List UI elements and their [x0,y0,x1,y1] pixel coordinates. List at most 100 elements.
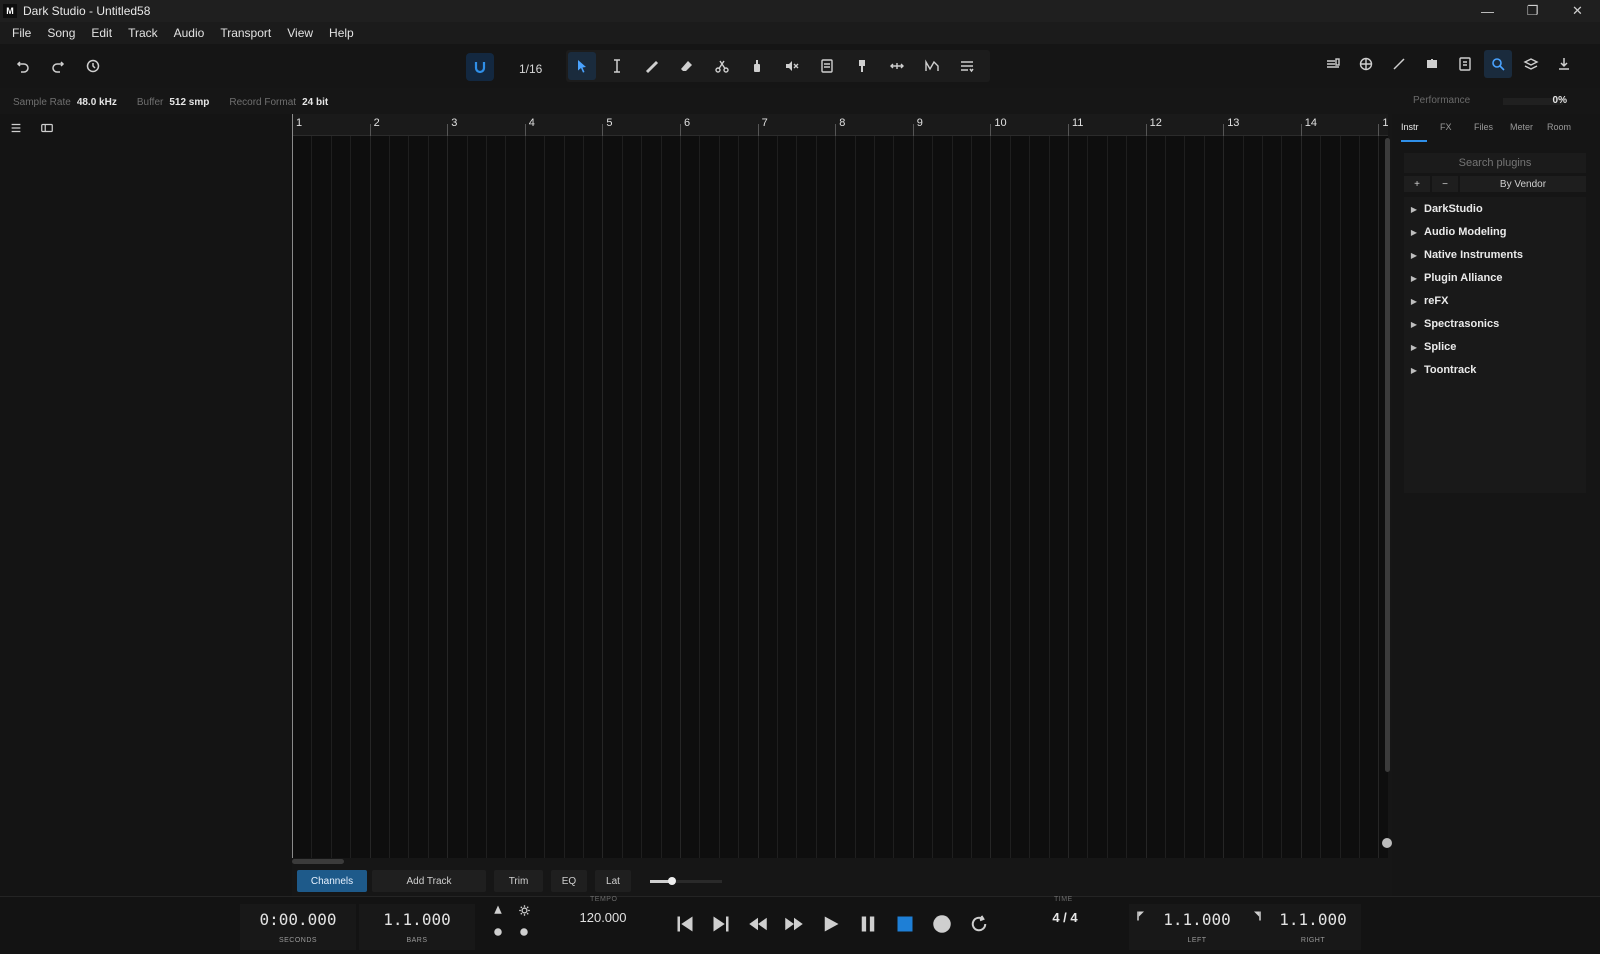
vendor-item-spectrasonics[interactable]: ▶ Spectrasonics [1404,313,1586,335]
loop-icon[interactable] [965,910,993,938]
minimize-button[interactable]: — [1465,0,1510,22]
seconds-display[interactable]: 0:00.000 SECONDS [240,904,356,950]
menu-audio[interactable]: Audio [166,26,213,40]
grid-line [389,136,390,858]
split-tool-icon[interactable] [708,52,736,80]
vendor-item-darkstudio[interactable]: ▶ DarkStudio [1404,198,1586,220]
redo-icon[interactable] [44,52,72,80]
arrange-view[interactable]: 123456789101112131415 [292,114,1388,858]
ruler-bar-label: 1 [296,117,303,129]
mixer-globe-icon[interactable] [1352,50,1380,78]
record-format-value: 24 bit [302,96,329,108]
pointer-tool-icon[interactable] [568,52,596,80]
grid-resolution[interactable]: 1/16 [519,62,542,76]
automation-tool-icon[interactable] [918,52,946,80]
tab-fx[interactable]: FX [1440,122,1452,132]
paint-tool-icon[interactable] [848,52,876,80]
menu-song[interactable]: Song [39,26,83,40]
menu-file[interactable]: File [4,26,39,40]
restore-button[interactable]: ❐ [1510,0,1555,22]
tab-room[interactable]: Room [1547,122,1571,132]
glue-tool-icon[interactable] [743,52,771,80]
zoom-slider-thumb[interactable] [667,877,676,885]
sort-by-vendor-button[interactable]: By Vendor [1460,176,1586,192]
vertical-scrollbar[interactable] [1385,138,1390,772]
vendor-item-plugin-alliance[interactable]: ▶ Plugin Alliance [1404,267,1586,289]
horizontal-scrollbar[interactable] [292,859,344,864]
history-icon[interactable] [79,52,107,80]
pause-icon[interactable] [854,910,882,938]
right-locator-display[interactable]: 1.1.000 RIGHT [1265,904,1361,950]
track-menu-icon[interactable] [5,118,27,138]
rewind-icon[interactable] [744,910,772,938]
zoom-slider[interactable] [650,877,722,885]
menu-track[interactable]: Track [120,26,166,40]
precount-dot-icon[interactable] [488,922,508,942]
trim-button[interactable]: Trim [494,870,543,892]
download-icon[interactable] [1550,50,1578,78]
text-cursor-tool-icon[interactable] [603,52,631,80]
ruler-bar-label: 3 [451,117,458,129]
channels-button[interactable]: Channels [297,870,367,892]
ruler-bar-label: 11 [1072,117,1084,129]
stop-icon[interactable] [891,910,919,938]
remove-plugin-button[interactable]: − [1432,176,1458,192]
add-plugin-button[interactable]: + [1404,176,1430,192]
play-icon[interactable] [817,910,845,938]
vendor-item-refx[interactable]: ▶ reFX [1404,290,1586,312]
eraser-tool-icon[interactable] [673,52,701,80]
tempo-value[interactable]: 120.000 [578,910,628,925]
vendor-item-native-instruments[interactable]: ▶ Native Instruments [1404,244,1586,266]
vendor-item-toontrack[interactable]: ▶ Toontrack [1404,359,1586,381]
metronome-icon[interactable] [488,900,508,920]
plugins-icon[interactable] [1418,50,1446,78]
fast-forward-icon[interactable] [780,910,808,938]
ruler-bar-label: 9 [916,117,923,129]
record-icon[interactable] [928,910,956,938]
punch-dot-icon[interactable] [514,922,534,942]
inspector-icon[interactable] [1319,50,1347,78]
panel-toggle-icon[interactable] [36,118,58,138]
vertical-zoom-handle[interactable] [1382,838,1392,848]
tab-instr[interactable]: Instr [1401,122,1419,132]
lat-button[interactable]: Lat [595,870,631,892]
menu-view[interactable]: View [279,26,321,40]
plugin-search-input[interactable] [1404,153,1586,173]
go-to-end-icon[interactable] [707,910,735,938]
layers-icon[interactable] [1517,50,1545,78]
right-locator-value: 1.1.000 [1279,910,1347,929]
mute-tool-icon[interactable] [778,52,806,80]
grid-line [971,136,972,858]
left-locator-display[interactable]: 1.1.000 LEFT [1149,904,1245,950]
ruler-bar-label: 15 [1382,117,1388,129]
grid-line [699,136,701,858]
tab-meter[interactable]: Meter [1510,122,1533,132]
grid-line [835,136,837,858]
ruler-bar-label: 4 [528,117,535,129]
tab-files[interactable]: Files [1474,122,1493,132]
timeline-ruler[interactable]: 123456789101112131415 [292,114,1388,136]
tempo-tool-icon[interactable] [813,52,841,80]
stretch-tool-icon[interactable] [883,52,911,80]
settings-gear-icon[interactable] [514,900,534,920]
vendor-item-audio-modeling[interactable]: ▶ Audio Modeling [1404,221,1586,243]
sample-rate-value: 48.0 kHz [76,96,117,108]
calculator-icon[interactable] [1451,50,1479,78]
pencil-tool-icon[interactable] [638,52,666,80]
time-signature-value[interactable]: 4 / 4 [1035,910,1095,925]
menu-transport[interactable]: Transport [212,26,279,40]
close-button[interactable]: ✕ [1555,0,1600,22]
undo-icon[interactable] [9,52,37,80]
menu-help[interactable]: Help [321,26,362,40]
browser-search-icon[interactable] [1484,50,1512,78]
add-track-button[interactable]: Add Track [372,870,486,892]
go-to-start-icon[interactable] [671,910,699,938]
eq-button[interactable]: EQ [551,870,587,892]
vendor-item-splice[interactable]: ▶ Splice [1404,336,1586,358]
snap-magnet-icon[interactable] [466,53,494,81]
tool-options-icon[interactable] [953,52,981,80]
menu-edit[interactable]: Edit [83,26,120,40]
line-draw-icon[interactable] [1385,50,1413,78]
bars-display[interactable]: 1.1.000 BARS [359,904,475,950]
playhead[interactable] [292,114,293,858]
